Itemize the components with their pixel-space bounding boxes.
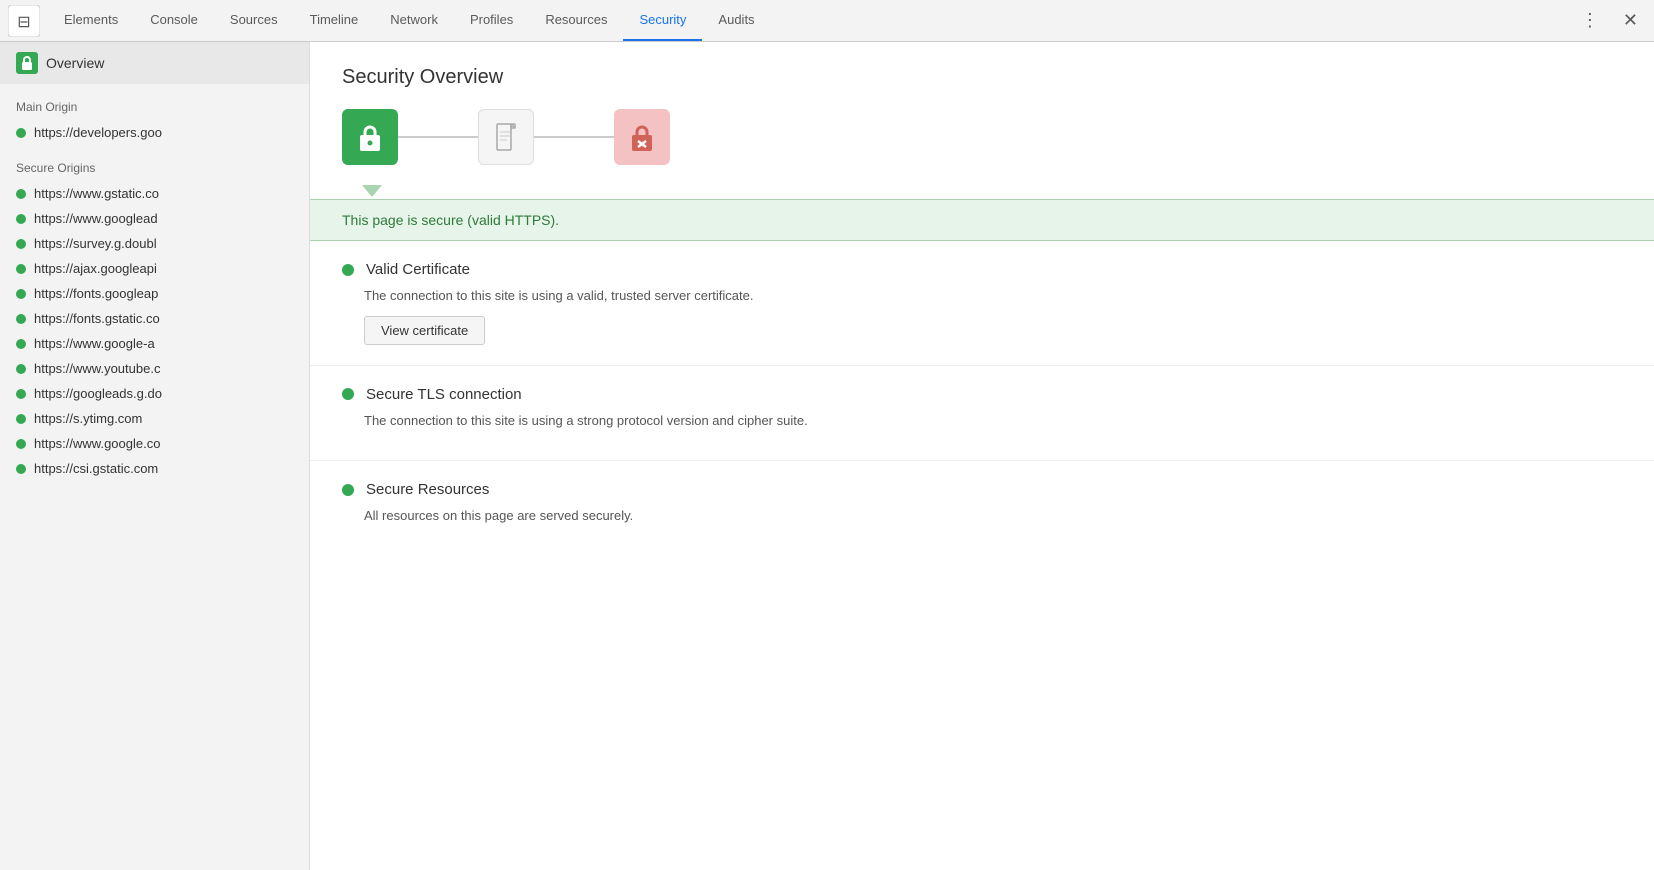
list-item[interactable]: https://googleads.g.do	[0, 381, 309, 406]
origin-dot	[16, 264, 26, 274]
close-devtools-button[interactable]: ✕	[1615, 6, 1646, 35]
conn-line-1	[398, 136, 478, 138]
resources-section-title: Secure Resources	[366, 481, 489, 498]
origin-dot	[16, 464, 26, 474]
origin-dot	[16, 414, 26, 424]
secure-lock-node	[342, 109, 398, 165]
list-item[interactable]: https://ajax.googleapi	[0, 256, 309, 281]
origin-dot	[16, 314, 26, 324]
tab-profiles[interactable]: Profiles	[454, 0, 529, 41]
tab-security[interactable]: Security	[623, 0, 702, 41]
secure-banner: This page is secure (valid HTTPS).	[310, 199, 1654, 241]
tab-audits[interactable]: Audits	[702, 0, 770, 41]
tls-section: Secure TLS connection The connection to …	[310, 366, 1654, 462]
origin-dot	[16, 214, 26, 224]
tls-status-dot	[342, 388, 354, 400]
tab-resources[interactable]: Resources	[529, 0, 623, 41]
origin-dot	[16, 364, 26, 374]
resources-status-dot	[342, 484, 354, 496]
origin-dot-main	[16, 128, 26, 138]
page-title: Security Overview	[310, 42, 1654, 109]
connection-diagram	[310, 109, 1654, 185]
certificate-section: Valid Certificate The connection to this…	[310, 241, 1654, 366]
list-item[interactable]: https://fonts.gstatic.co	[0, 306, 309, 331]
toolbar-right: ⋮ ✕	[1573, 6, 1646, 35]
secure-banner-text: This page is secure (valid HTTPS).	[342, 212, 559, 228]
tab-network[interactable]: Network	[374, 0, 454, 41]
list-item[interactable]: https://www.youtube.c	[0, 356, 309, 381]
conn-line-2	[534, 136, 614, 138]
overview-lock-icon	[16, 52, 38, 74]
certificate-section-desc: The connection to this site is using a v…	[364, 286, 1622, 306]
main-layout: Overview Main Origin https://developers.…	[0, 42, 1654, 870]
devtools-toolbar: ⊟ Elements Console Sources Timeline Netw…	[0, 0, 1654, 42]
list-item[interactable]: https://www.gstatic.co	[0, 181, 309, 206]
origin-dot	[16, 239, 26, 249]
tls-section-title: Secure TLS connection	[366, 386, 522, 403]
toolbar-tabs: Elements Console Sources Timeline Networ…	[48, 0, 1573, 41]
certificate-status-dot	[342, 264, 354, 276]
chevron-indicator	[362, 185, 382, 197]
origin-dot	[16, 339, 26, 349]
tab-timeline[interactable]: Timeline	[294, 0, 375, 41]
insecure-lock-node	[614, 109, 670, 165]
origin-dot	[16, 189, 26, 199]
sidebar: Overview Main Origin https://developers.…	[0, 42, 310, 870]
tls-section-header: Secure TLS connection	[342, 386, 1622, 403]
certificate-section-header: Valid Certificate	[342, 261, 1622, 278]
origin-dot	[16, 289, 26, 299]
resources-section-header: Secure Resources	[342, 481, 1622, 498]
secure-origins-section-label: Secure Origins	[0, 145, 309, 181]
view-certificate-button[interactable]: View certificate	[364, 316, 485, 345]
more-options-button[interactable]: ⋮	[1573, 6, 1607, 35]
main-content: Security Overview	[310, 42, 1654, 870]
resources-section: Secure Resources All resources on this p…	[310, 461, 1654, 556]
origin-dot	[16, 439, 26, 449]
list-item[interactable]: https://survey.g.doubl	[0, 231, 309, 256]
list-item[interactable]: https://www.googlead	[0, 206, 309, 231]
main-origin-item[interactable]: https://developers.goo	[0, 120, 309, 145]
list-item[interactable]: https://www.google.co	[0, 431, 309, 456]
tab-console[interactable]: Console	[134, 0, 214, 41]
sidebar-item-overview[interactable]: Overview	[0, 42, 309, 84]
list-item[interactable]: https://fonts.googleap	[0, 281, 309, 306]
svg-text:⊟: ⊟	[17, 14, 30, 31]
list-item[interactable]: https://csi.gstatic.com	[0, 456, 309, 481]
document-node	[478, 109, 534, 165]
list-item[interactable]: https://www.google-a	[0, 331, 309, 356]
origin-dot	[16, 389, 26, 399]
resources-section-desc: All resources on this page are served se…	[364, 506, 1622, 526]
tab-sources[interactable]: Sources	[214, 0, 294, 41]
list-item[interactable]: https://s.ytimg.com	[0, 406, 309, 431]
tls-section-desc: The connection to this site is using a s…	[364, 411, 1622, 431]
devtools-logo: ⊟	[8, 5, 40, 37]
main-origin-section-label: Main Origin	[0, 84, 309, 120]
tab-elements[interactable]: Elements	[48, 0, 134, 41]
certificate-section-title: Valid Certificate	[366, 261, 470, 278]
